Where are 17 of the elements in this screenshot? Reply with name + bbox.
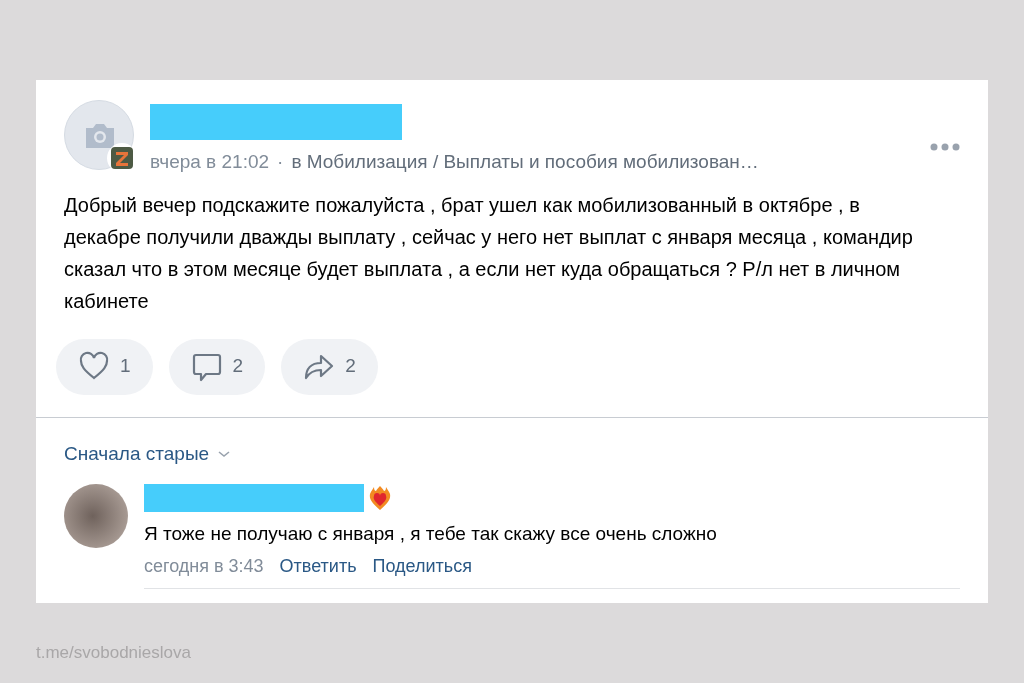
share-button[interactable]: 2	[281, 338, 378, 395]
more-icon[interactable]	[930, 143, 960, 152]
post-time[interactable]: вчера в 21:02	[150, 148, 270, 177]
chevron-down-icon[interactable]	[217, 449, 232, 458]
post-text: Добрый вечер подскажите пожалуйста , брат ушел как мобилизованный в октябре , в декабре получили дважды выплату , сейчас у него нет выплат с января месяца , командир сказал что в этом месяце будет выплата , а если нет куда обращаться ? Р/л нет в личном кабинете	[64, 192, 914, 314]
comment-button[interactable]: 2	[168, 338, 266, 395]
like-button[interactable]: 1	[56, 338, 153, 395]
reply-link[interactable]: Ответить	[279, 552, 357, 580]
separator-dot: ·	[277, 150, 284, 174]
comment-time: сегодня в 3:43	[144, 554, 264, 578]
camera-icon	[83, 123, 117, 149]
sort-dropdown[interactable]: Сначала старые	[64, 439, 210, 468]
flaming-heart-icon	[368, 485, 392, 511]
letter-z-sticker-icon	[109, 145, 135, 171]
share-link[interactable]: Поделиться	[372, 552, 472, 580]
comment-text: Я тоже не получаю с января , я тебе так скажу все очень сложно	[144, 522, 718, 546]
community-link[interactable]: в Мобилизация / Выплаты и пособия мобилизован…	[291, 148, 759, 177]
